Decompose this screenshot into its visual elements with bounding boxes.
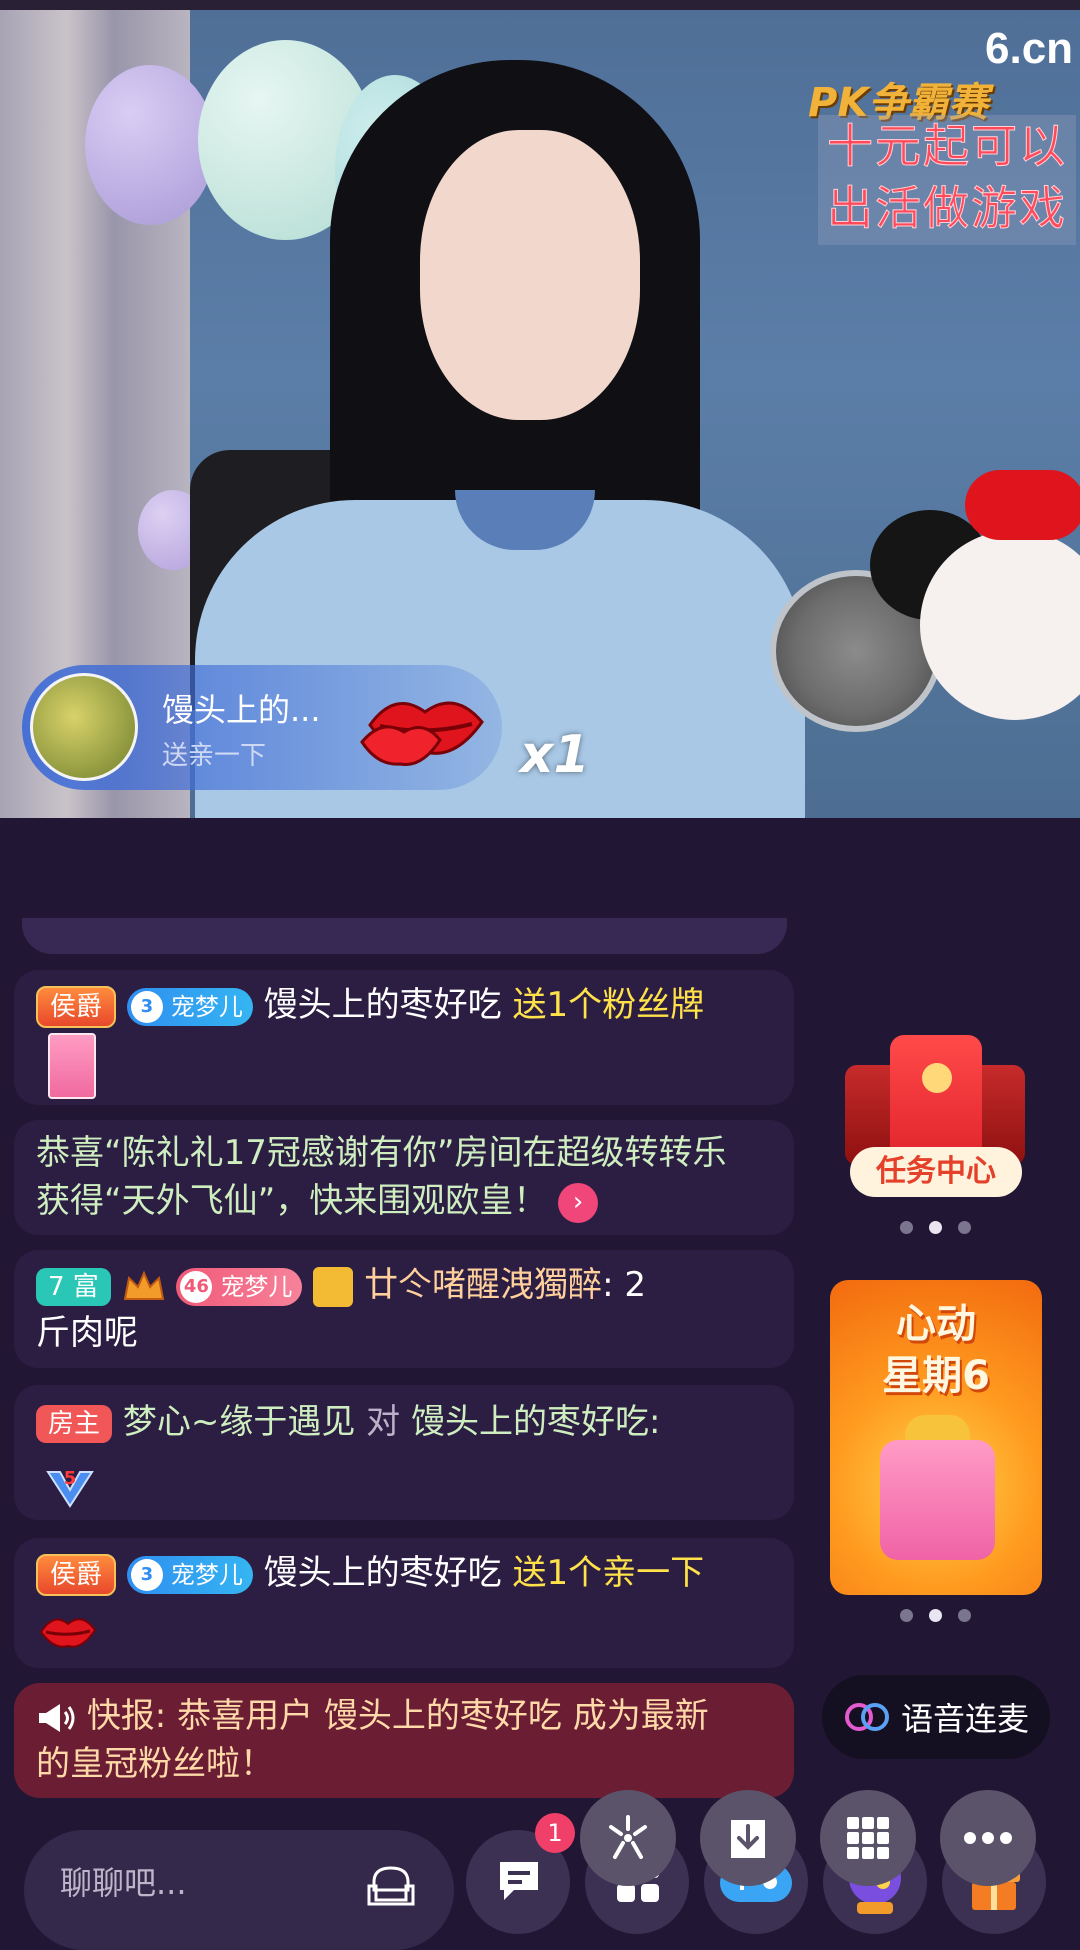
news-text-1: 快报: 恭喜用户 馒头上的枣好吃 成为最新	[86, 1696, 709, 1736]
fan-level: 3	[130, 990, 163, 1023]
lips-gift-icon	[360, 701, 484, 766]
share-button[interactable]	[580, 1790, 676, 1886]
chat-content-line2: 斤肉呢	[36, 1313, 138, 1353]
chat-line: 侯爵 3 宠梦儿 馒头上的枣好吃 送1个亲一下	[36, 1550, 704, 1596]
task-center-label: 任务中心	[850, 1147, 1022, 1197]
system-line-2: 获得“天外飞仙”，快来围观欧皇！ ›	[36, 1178, 599, 1224]
share-burst-icon	[609, 1815, 647, 1859]
carousel-dot[interactable]	[900, 1609, 913, 1622]
vip-level-value: 5	[64, 1468, 77, 1489]
gift-action: 送亲一下	[162, 741, 267, 771]
voice-connect-button[interactable]: 语音连麦	[822, 1675, 1050, 1759]
carousel-dot[interactable]	[900, 1221, 913, 1234]
carousel-dots	[900, 1609, 971, 1622]
host-badge: 房主	[36, 1404, 113, 1443]
chat-message[interactable]: 恭喜“陈礼礼17冠感谢有你”房间在超级转转乐 获得“天外飞仙”，快来围观欧皇！ …	[14, 1120, 794, 1235]
chat-line: 侯爵 3 宠梦儿 馒头上的枣好吃 送1个粉丝牌	[36, 982, 704, 1028]
red-envelope-icon	[890, 1035, 982, 1165]
title-badge: 侯爵	[36, 985, 117, 1028]
gift-sender-name: 馒头上的...	[162, 691, 321, 729]
chat-input[interactable]: 聊聊吧...	[24, 1830, 454, 1950]
chat-message[interactable]: 7 富 46 宠梦儿 廿仒啫醒洩獨醉: 2 斤肉呢	[14, 1250, 794, 1368]
carousel-dots	[900, 1221, 971, 1234]
megaphone-icon	[39, 1703, 75, 1732]
carousel-dot[interactable]	[958, 1609, 971, 1622]
chat-username[interactable]: 馒头上的枣好吃	[264, 985, 502, 1025]
fan-level: 46	[180, 1270, 213, 1303]
chat-username[interactable]: 馒头上的枣好吃	[264, 1553, 502, 1593]
streamer-face	[420, 130, 640, 420]
status-strip	[0, 0, 1080, 10]
chat-to-word: 对	[366, 1402, 401, 1442]
task-center-button[interactable]: 任务中心	[845, 1035, 1025, 1205]
fan-badge: 3 宠梦儿	[126, 1555, 253, 1594]
system-line-1: 恭喜“陈礼礼17冠感谢有你”房间在超级转转乐	[36, 1133, 727, 1173]
carousel-dot-active[interactable]	[929, 1609, 942, 1622]
event-banner[interactable]: 心动 星期6	[830, 1280, 1042, 1595]
chevron-right-icon[interactable]: ›	[558, 1182, 599, 1223]
gift-box-icon	[880, 1440, 995, 1560]
menu-grid-button[interactable]	[820, 1790, 916, 1886]
user-level-icon	[313, 1266, 354, 1307]
carousel-dot[interactable]	[958, 1221, 971, 1234]
chat-message[interactable]: 房主 梦心~缘于遇见 对 馒头上的枣好吃:	[14, 1385, 794, 1520]
system-line-2-text: 获得“天外飞仙”，快来围观欧皇！	[36, 1181, 548, 1221]
banner-title-line: 星期6	[882, 1353, 990, 1399]
banner-title-line: 心动	[896, 1301, 976, 1347]
vip-level-icon: 5	[46, 1468, 94, 1508]
site-watermark: 6.cn	[985, 24, 1074, 73]
coin-icon	[922, 1063, 952, 1093]
fan-badge: 46 宠梦儿	[176, 1267, 303, 1306]
plush-toy-bow	[965, 470, 1080, 540]
rich-level-badge: 7 富	[36, 1267, 111, 1306]
grid-icon	[847, 1817, 889, 1859]
chat-input-placeholder: 聊聊吧...	[60, 1864, 187, 1902]
avatar[interactable]	[30, 673, 138, 781]
chat-line: 7 富 46 宠梦儿 廿仒啫醒洩獨醉: 2	[36, 1262, 646, 1308]
news-line-2: 的皇冠粉丝啦！	[36, 1744, 274, 1784]
chat-target[interactable]: 馒头上的枣好吃:	[411, 1402, 660, 1442]
fan-card-gift-icon	[48, 1033, 96, 1099]
fan-badge-label: 宠梦儿	[170, 992, 243, 1021]
fan-badge-label: 宠梦儿	[170, 1560, 243, 1589]
chat-message[interactable]: 侯爵 3 宠梦儿 馒头上的枣好吃 送1个亲一下	[14, 1538, 794, 1668]
crown-icon	[123, 1269, 164, 1300]
promo-line: 出活做游戏	[827, 181, 1067, 236]
balloon	[85, 65, 215, 225]
voice-connect-label: 语音连麦	[900, 1700, 1029, 1738]
chat-content: : 2	[602, 1265, 646, 1305]
banner-title: 心动 星期6	[830, 1298, 1042, 1402]
download-button[interactable]	[700, 1790, 796, 1886]
link-rings-icon	[844, 1703, 889, 1731]
gift-count: x1	[520, 725, 590, 785]
chat-username[interactable]: 廿仒啫醒洩獨醉	[364, 1265, 602, 1305]
chat-action: 送1个粉丝牌	[512, 985, 705, 1025]
fan-badge: 3 宠梦儿	[126, 987, 253, 1026]
promo-line: 十元起可以	[827, 119, 1067, 174]
chat-message[interactable]: 侯爵 3 宠梦儿 馒头上的枣好吃 送1个粉丝牌	[14, 970, 794, 1105]
news-announcement[interactable]: 快报: 恭喜用户 馒头上的枣好吃 成为最新 的皇冠粉丝啦！	[14, 1683, 794, 1798]
promo-overlay: 十元起可以 出活做游戏	[818, 115, 1076, 245]
fan-badge-label: 宠梦儿	[220, 1272, 293, 1301]
fan-level: 3	[130, 1558, 163, 1591]
more-button[interactable]	[940, 1790, 1036, 1886]
sofa-icon[interactable]	[366, 1860, 416, 1910]
chat-bubble-icon	[500, 1862, 538, 1900]
more-dots-icon	[964, 1832, 1012, 1844]
chat-line: 房主 梦心~缘于遇见 对 馒头上的枣好吃:	[36, 1399, 660, 1445]
chat-scroll-fade	[22, 918, 787, 954]
notification-badge: 1	[535, 1813, 575, 1853]
lips-gift-icon	[39, 1618, 97, 1648]
title-badge: 侯爵	[36, 1553, 117, 1596]
carousel-dot-active[interactable]	[929, 1221, 942, 1234]
download-icon	[731, 1820, 765, 1858]
chat-username[interactable]: 梦心~缘于遇见	[123, 1402, 356, 1442]
chat-action: 送1个亲一下	[512, 1553, 705, 1593]
news-line-1: 快报: 恭喜用户 馒头上的枣好吃 成为最新	[36, 1693, 709, 1739]
